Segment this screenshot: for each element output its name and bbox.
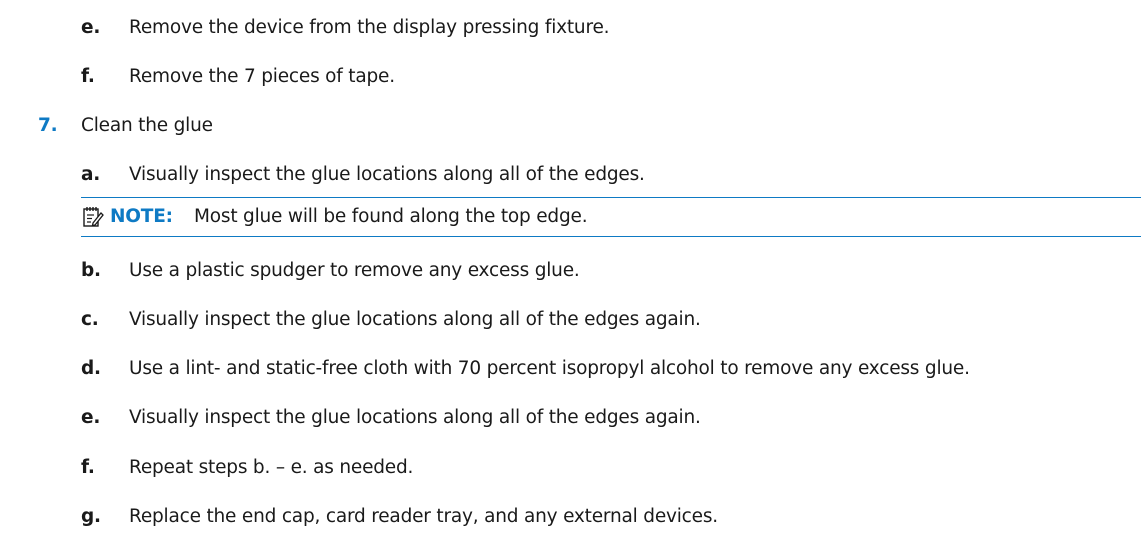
note-box: NOTE: Most glue will be found along the … (81, 197, 1141, 237)
step-number: 7. (38, 115, 58, 136)
step-text: Replace the end cap, card reader tray, a… (129, 506, 718, 527)
note-label: NOTE: (110, 206, 173, 227)
step-text: Visually inspect the glue locations alon… (129, 407, 701, 428)
step-heading: Clean the glue (81, 115, 213, 136)
step-text: Remove the 7 pieces of tape. (129, 66, 395, 87)
step-text: Use a plastic spudger to remove any exce… (129, 260, 580, 281)
step-marker: g. (81, 506, 101, 527)
step-text: Use a lint- and static-free cloth with 7… (129, 358, 970, 379)
note-icon (83, 207, 104, 227)
note-text: Most glue will be found along the top ed… (194, 206, 588, 227)
step-marker: e. (81, 17, 101, 38)
step-text: Remove the device from the display press… (129, 17, 610, 38)
step-text: Repeat steps b. – e. as needed. (129, 457, 414, 478)
step-marker: d. (81, 358, 101, 379)
step-text: Visually inspect the glue locations alon… (129, 309, 701, 330)
step-text: Visually inspect the glue locations alon… (129, 164, 645, 185)
step-marker: c. (81, 309, 99, 330)
step-marker: a. (81, 164, 101, 185)
step-marker: e. (81, 407, 101, 428)
step-marker: f. (81, 457, 95, 478)
step-marker: b. (81, 260, 101, 281)
step-marker: f. (81, 66, 95, 87)
